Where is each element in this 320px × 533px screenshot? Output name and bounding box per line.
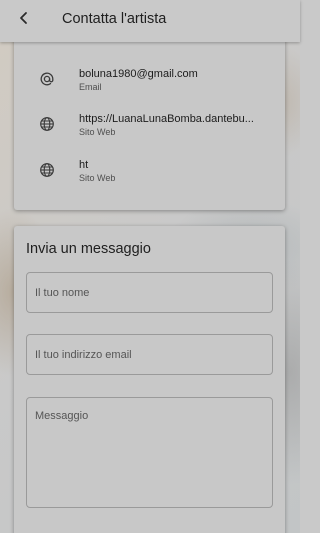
contact-row-website[interactable]: https://LuanaLunaBomba.dantebu... Sito W… <box>14 113 285 153</box>
page-title: Contatta l'artista <box>62 11 167 27</box>
back-button[interactable] <box>10 6 38 34</box>
email-label: Email <box>79 82 102 92</box>
email-input[interactable] <box>26 334 273 375</box>
globe-icon <box>38 161 56 179</box>
website-label: Sito Web <box>79 127 116 137</box>
globe-icon <box>38 115 56 133</box>
message-section-title: Invia un messaggio <box>26 241 151 257</box>
contact-row-email[interactable]: boluna1980@gmail.com Email <box>14 68 285 108</box>
website-value: https://LuanaLunaBomba.dantebu... <box>79 113 254 125</box>
message-textarea[interactable] <box>26 397 273 508</box>
contact-row-website-2[interactable]: ht Sito Web <box>14 159 285 199</box>
contact-info-card: boluna1980@gmail.com Email https://Luana… <box>14 30 285 210</box>
email-value: boluna1980@gmail.com <box>79 68 198 80</box>
app-header: Contatta l'artista <box>0 0 300 42</box>
send-message-card: Invia un messaggio <box>14 226 285 533</box>
chevron-left-icon <box>17 11 31 30</box>
at-sign-icon <box>38 70 56 88</box>
name-input[interactable] <box>26 272 273 313</box>
website-label-2: Sito Web <box>79 173 116 183</box>
website-value-2: ht <box>79 159 89 171</box>
